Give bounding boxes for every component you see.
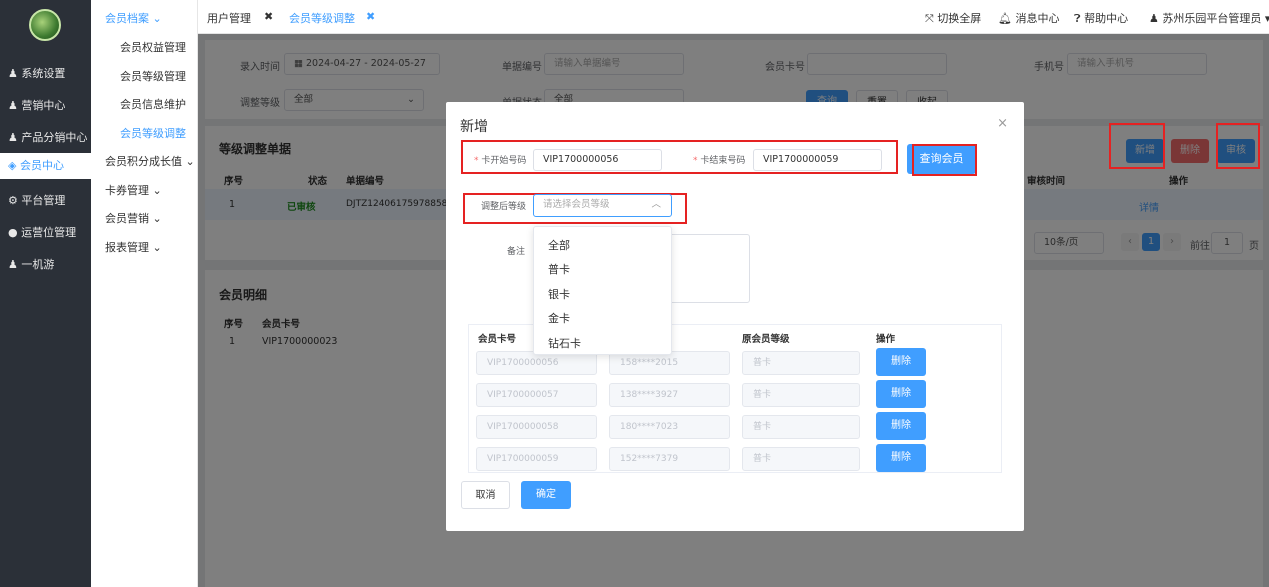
message-center-button[interactable]: 🔔︎ 消息中心 <box>998 10 1059 26</box>
cancel-button[interactable]: 取消 <box>461 481 510 509</box>
row-delete-button[interactable]: 删除 <box>876 348 926 376</box>
row-delete-button[interactable]: 删除 <box>876 412 926 440</box>
submenu-item-level-adjust[interactable]: 会员等级调整 <box>120 125 186 141</box>
remark-label: 备注 <box>507 247 526 257</box>
help-center-button[interactable]: ❓︎ 帮助中心 <box>1074 10 1128 26</box>
start-card-label: * 卡开始号码 <box>474 156 527 166</box>
row-phone-cell: 180****7023 <box>609 415 730 439</box>
end-card-input[interactable]: VIP1700000059 <box>753 149 882 171</box>
bell-icon: 🔔︎ <box>998 12 1012 25</box>
dialog-title: 新增 <box>460 119 488 135</box>
topbar: 用户管理 ✖ 会员等级调整 ✖ ⤧ 切换全屏 🔔︎ 消息中心 ❓︎ 帮助中心 ♟… <box>198 0 1269 34</box>
row-card-cell: VIP1700000058 <box>476 415 597 439</box>
col-header: 操作 <box>876 334 896 345</box>
tab-level-adjust[interactable]: 会员等级调整 <box>289 10 355 26</box>
diamond-icon: ◈ <box>8 159 17 172</box>
row-delete-button[interactable]: 删除 <box>876 380 926 408</box>
col-header: 会员卡号 <box>478 334 517 345</box>
row-card-cell: VIP1700000059 <box>476 447 597 471</box>
tab-close-icon[interactable]: ✖ <box>366 10 375 23</box>
submenu: 会员档案 ⌄ 会员权益管理 会员等级管理 会员信息维护 会员等级调整 会员积分成… <box>91 0 198 587</box>
remark-textarea[interactable] <box>661 234 750 303</box>
col-header: 原会员等级 <box>742 334 790 345</box>
row-level-cell: 普卡 <box>742 415 860 439</box>
row-level-cell: 普卡 <box>742 351 860 375</box>
submenu-group-reports[interactable]: 报表管理 ⌄ <box>105 239 162 255</box>
row-delete-button[interactable]: 删除 <box>876 444 926 472</box>
sidebar-item-system[interactable]: ♟ 系统设置 <box>8 65 65 81</box>
level-select[interactable]: 请选择会员等级 ︿ <box>533 194 672 217</box>
sidebar: ♟ 系统设置 ♟ 营销中心 ♟ 产品分销中心 ◈ 会员中心 ⚙ 平台管理 ● 运… <box>0 0 91 587</box>
fullscreen-button[interactable]: ⤧ 切换全屏 <box>925 10 981 26</box>
dropdown-option-all[interactable]: 全部 <box>548 237 570 253</box>
user-icon: ♟ <box>1149 12 1159 25</box>
row-phone-cell: 152****7379 <box>609 447 730 471</box>
highlight-box <box>1216 123 1260 169</box>
dropdown-option-gold[interactable]: 金卡 <box>548 310 570 326</box>
row-phone-cell: 138****3927 <box>609 383 730 407</box>
tab-close-icon[interactable]: ✖ <box>264 10 273 23</box>
highlight-box <box>1109 123 1165 169</box>
close-icon[interactable]: × <box>997 116 1008 131</box>
user-menu[interactable]: ♟ 苏州乐园平台管理员 ▾ <box>1149 10 1269 26</box>
confirm-button[interactable]: 确定 <box>521 481 571 509</box>
sidebar-item-operation[interactable]: ● 运营位管理 <box>8 224 76 240</box>
tab-user-management[interactable]: 用户管理 <box>207 10 251 26</box>
submenu-item-rights[interactable]: 会员权益管理 <box>120 39 186 55</box>
submenu-item-info[interactable]: 会员信息维护 <box>120 96 186 112</box>
avatar[interactable] <box>29 9 61 41</box>
row-card-cell: VIP1700000057 <box>476 383 597 407</box>
submenu-group-marketing[interactable]: 会员营销 ⌄ <box>105 210 162 226</box>
level-label: 调整后等级 <box>481 202 527 212</box>
add-dialog: 新增 × * 卡开始号码 VIP1700000056 * 卡结束号码 VIP17… <box>446 102 1024 531</box>
sidebar-item-member[interactable]: ◈ 会员中心 <box>0 153 91 179</box>
dropdown-option-diamond[interactable]: 钻石卡 <box>548 335 581 351</box>
dropdown-option-silver[interactable]: 银卡 <box>548 286 570 302</box>
row-level-cell: 普卡 <box>742 383 860 407</box>
submenu-item-levels[interactable]: 会员等级管理 <box>120 68 186 84</box>
row-level-cell: 普卡 <box>742 447 860 471</box>
sidebar-item-distribution[interactable]: ♟ 产品分销中心 <box>8 129 87 145</box>
sidebar-item-marketing[interactable]: ♟ 营销中心 <box>8 97 65 113</box>
start-card-input[interactable]: VIP1700000056 <box>533 149 662 171</box>
chevron-up-icon: ︿ <box>651 199 661 210</box>
help-icon: ❓︎ <box>1074 12 1081 25</box>
submenu-group-points[interactable]: 会员积分成长值 ⌄ <box>105 153 195 169</box>
submenu-group-coupons[interactable]: 卡券管理 ⌄ <box>105 182 162 198</box>
level-dropdown: 全部 普卡 银卡 金卡 钻石卡 <box>533 226 672 355</box>
end-card-label: * 卡结束号码 <box>693 156 746 166</box>
submenu-group-archive[interactable]: 会员档案 ⌄ <box>105 10 162 26</box>
sidebar-item-platform[interactable]: ⚙ 平台管理 <box>8 192 65 208</box>
dropdown-option-normal[interactable]: 普卡 <box>548 261 570 277</box>
fullscreen-icon: ⤧ <box>925 12 934 25</box>
highlight-box <box>912 144 977 176</box>
sidebar-item-tour[interactable]: ♟ 一机游 <box>8 256 54 272</box>
